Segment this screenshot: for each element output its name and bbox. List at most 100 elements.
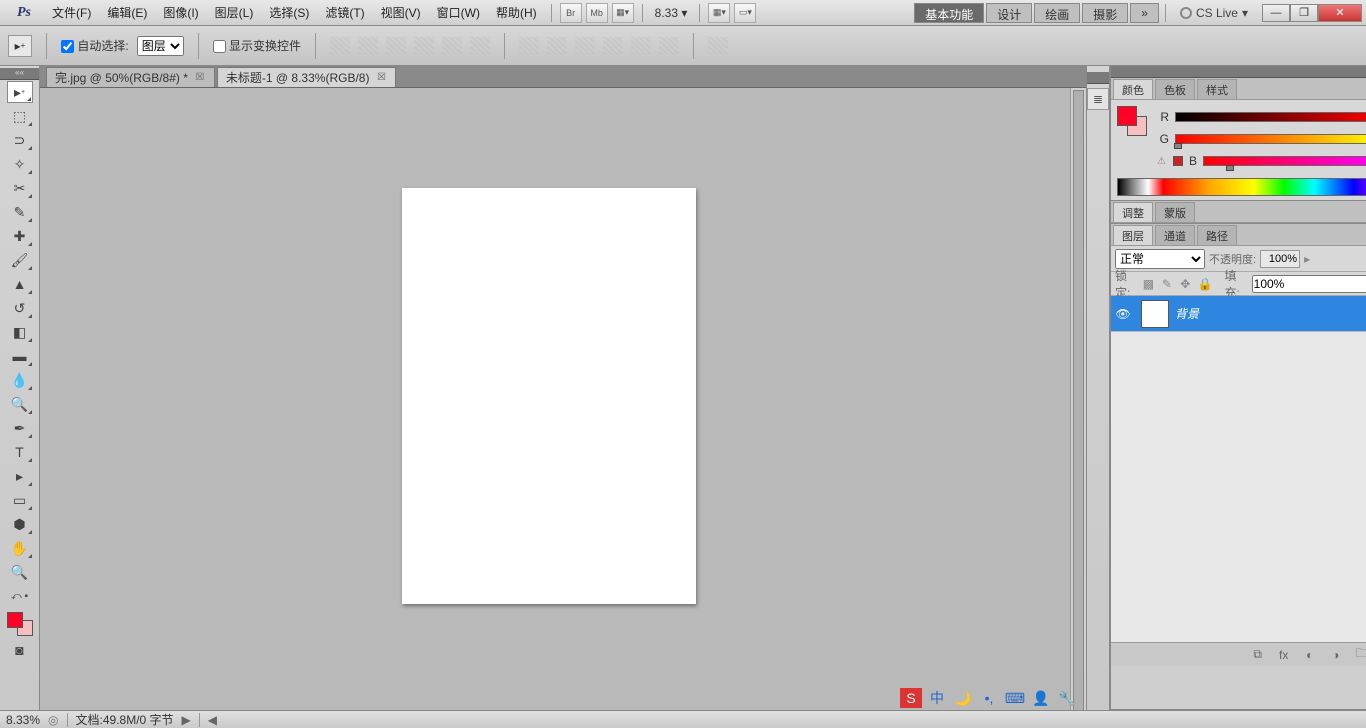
panel-color-swatches[interactable] <box>1117 106 1147 136</box>
document-tab[interactable]: 完.jpg @ 50%(RGB/8#) * ☒ <box>46 67 215 87</box>
lock-transparency-icon[interactable]: ▩ <box>1142 276 1154 292</box>
zoom-tool[interactable]: 🔍 <box>7 561 33 583</box>
tab-color[interactable]: 颜色 <box>1113 79 1153 99</box>
panel-fg-swatch[interactable] <box>1117 106 1137 126</box>
workspace-more[interactable]: » <box>1130 3 1159 23</box>
bridge-button[interactable]: Br <box>560 3 582 23</box>
menu-view[interactable]: 视图(V) <box>373 3 429 23</box>
foreground-swatch[interactable] <box>7 612 23 628</box>
tab-masks[interactable]: 蒙版 <box>1155 202 1195 222</box>
group-icon[interactable]: 🗀 <box>1353 647 1366 663</box>
minimize-button[interactable]: — <box>1262 4 1290 22</box>
stamp-tool[interactable]: ▲ <box>7 273 33 295</box>
tray-icon[interactable]: 中 <box>926 688 948 708</box>
lasso-tool[interactable]: ⊃ <box>7 129 33 151</box>
current-tool-icon[interactable]: ▸+ <box>8 35 32 57</box>
menu-file[interactable]: 文件(F) <box>44 3 99 23</box>
status-icon[interactable]: ◎ <box>48 713 58 727</box>
tray-icon[interactable]: ⌨ <box>1004 688 1026 708</box>
status-scroll-left-icon[interactable]: ◀ <box>208 713 217 727</box>
mask-icon[interactable]: ◐ <box>1301 647 1319 663</box>
document-tab[interactable]: 未标题-1 @ 8.33%(RGB/8) ☒ <box>217 67 397 87</box>
shape-tool[interactable]: ▭ <box>7 489 33 511</box>
tab-styles[interactable]: 样式 <box>1197 79 1237 99</box>
screenmode-button[interactable]: ▭▾ <box>734 3 756 23</box>
tray-icon[interactable]: S <box>900 688 922 708</box>
close-button[interactable]: ✕ <box>1318 4 1362 22</box>
blend-mode-dropdown[interactable]: 正常 <box>1115 249 1205 269</box>
menu-window[interactable]: 窗口(W) <box>429 3 488 23</box>
color-spectrum[interactable] <box>1117 178 1366 196</box>
auto-select-dropdown[interactable]: 图层 <box>137 36 184 56</box>
path-select-tool[interactable]: ▸ <box>7 465 33 487</box>
workspace-paint[interactable]: 绘画 <box>1034 3 1080 23</box>
status-docinfo[interactable]: 文档:49.8M/0 字节 <box>76 711 174 728</box>
lock-all-icon[interactable]: 🔒 <box>1197 276 1212 292</box>
viewextras-button[interactable]: ▦▾ <box>612 3 634 23</box>
adjustment-layer-icon[interactable]: ◑ <box>1327 647 1345 663</box>
layer-thumbnail[interactable] <box>1141 300 1169 328</box>
history-brush-tool[interactable]: ↺ <box>7 297 33 319</box>
visibility-toggle-icon[interactable]: 👁 <box>1111 307 1135 321</box>
hand-tool[interactable]: ✋ <box>7 537 33 559</box>
quick-select-tool[interactable]: ✧ <box>7 153 33 175</box>
lock-pixels-icon[interactable]: ✎ <box>1161 276 1173 292</box>
dodge-tool[interactable]: 🔍 <box>7 393 33 415</box>
maximize-button[interactable]: ❐ <box>1290 4 1318 22</box>
arrange-docs-button[interactable]: ▦▾ <box>708 3 730 23</box>
swap-colors-icon[interactable]: ⤺ ▪ <box>7 589 33 603</box>
history-panel-icon[interactable]: ≣ <box>1087 88 1109 110</box>
tab-swatches[interactable]: 色板 <box>1155 79 1195 99</box>
zoom-indicator[interactable]: 8.33 ▾ <box>649 6 694 20</box>
fx-icon[interactable]: fx <box>1275 647 1293 663</box>
toolbox-grip[interactable]: «« <box>0 68 39 80</box>
eraser-tool[interactable]: ◧ <box>7 321 33 343</box>
menu-help[interactable]: 帮助(H) <box>488 3 545 23</box>
eyedropper-tool[interactable]: ✎ <box>7 201 33 223</box>
move-tool[interactable]: ▸+ <box>7 81 33 103</box>
minibridge-button[interactable]: Mb <box>586 3 608 23</box>
cslive-button[interactable]: CS Live ▾ <box>1172 6 1256 20</box>
layer-name[interactable]: 背景 <box>1175 305 1366 322</box>
menu-image[interactable]: 图像(I) <box>155 3 206 23</box>
crop-tool[interactable]: ✂ <box>7 177 33 199</box>
status-menu-icon[interactable]: ▶ <box>182 713 191 727</box>
opacity-input[interactable] <box>1260 250 1300 268</box>
color-swatches[interactable] <box>5 610 35 638</box>
brush-tool[interactable]: 🖌 <box>7 249 33 271</box>
link-layers-icon[interactable]: ⧉ <box>1249 647 1267 663</box>
blur-tool[interactable]: 💧 <box>7 369 33 391</box>
menu-select[interactable]: 选择(S) <box>261 3 317 23</box>
gradient-tool[interactable]: ▬ <box>7 345 33 367</box>
close-tab-icon[interactable]: ☒ <box>375 72 387 84</box>
tray-icon[interactable]: •, <box>978 688 1000 708</box>
canvas[interactable] <box>402 188 696 604</box>
r-slider[interactable] <box>1175 112 1366 122</box>
gamut-warning-icon[interactable]: ⚠ <box>1157 156 1167 166</box>
b-slider[interactable] <box>1203 156 1366 166</box>
tab-layers[interactable]: 图层 <box>1113 225 1153 245</box>
tray-icon[interactable]: 🔧 <box>1056 688 1078 708</box>
auto-select-checkbox[interactable]: 自动选择: <box>61 37 129 54</box>
g-slider[interactable] <box>1175 134 1366 144</box>
quickmask-tool[interactable]: ◙ <box>7 639 33 661</box>
fill-input[interactable] <box>1252 275 1366 293</box>
status-zoom[interactable]: 8.33% <box>6 713 40 727</box>
panel-grip[interactable] <box>1111 66 1366 78</box>
tray-icon[interactable]: 🌙 <box>952 688 974 708</box>
close-tab-icon[interactable]: ☒ <box>194 72 206 84</box>
menu-edit[interactable]: 编辑(E) <box>99 3 155 23</box>
vertical-scrollbar[interactable] <box>1070 88 1086 710</box>
workspace-essentials[interactable]: 基本功能 <box>914 3 984 23</box>
tab-adjustments[interactable]: 调整 <box>1113 202 1153 222</box>
type-tool[interactable]: T <box>7 441 33 463</box>
dock-grip[interactable] <box>1087 72 1109 84</box>
workspace-photo[interactable]: 摄影 <box>1082 3 1128 23</box>
opacity-stepper-icon[interactable]: ▸ <box>1304 252 1310 266</box>
layer-row[interactable]: 👁 背景 🔒 <box>1111 296 1366 332</box>
healing-tool[interactable]: ✚ <box>7 225 33 247</box>
3d-tool[interactable]: ⬢ <box>7 513 33 535</box>
lock-position-icon[interactable]: ✥ <box>1179 276 1191 292</box>
pen-tool[interactable]: ✒ <box>7 417 33 439</box>
tab-paths[interactable]: 路径 <box>1197 225 1237 245</box>
